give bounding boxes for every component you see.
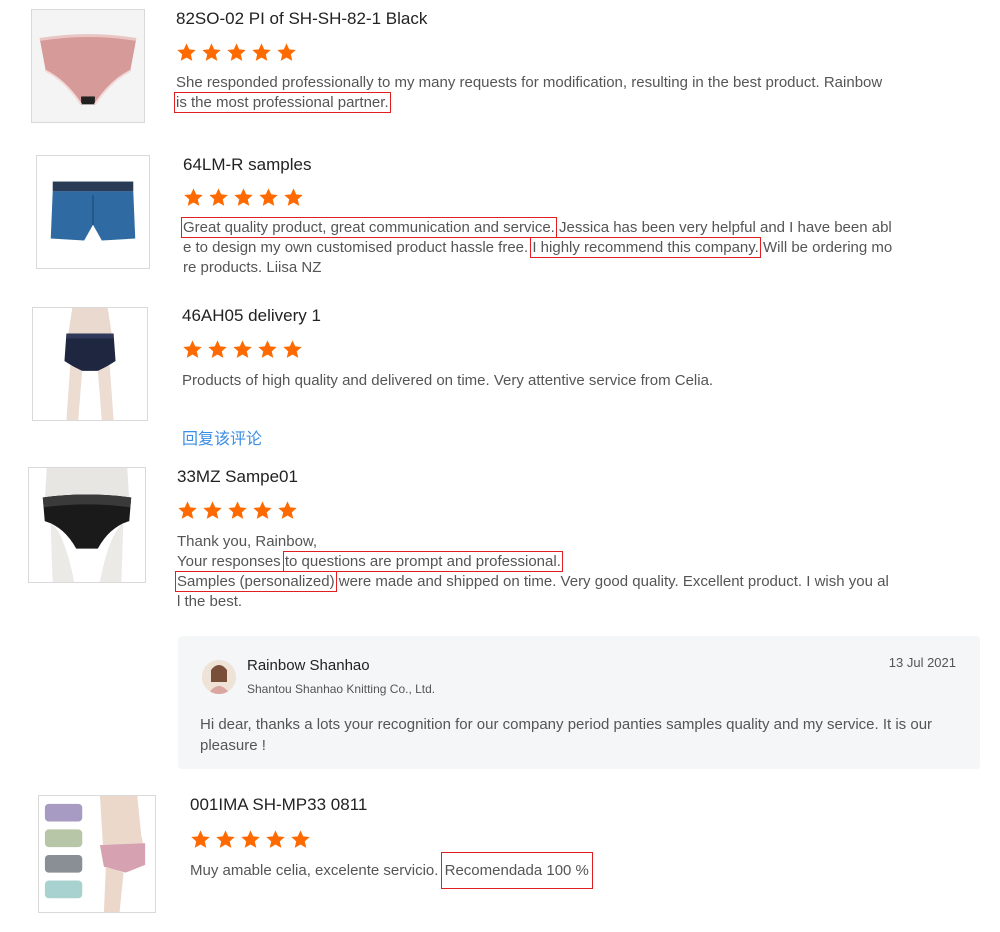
review-text: Muy amable celia, excelente servicio. Re… bbox=[190, 852, 593, 889]
review-item: 001IMA SH-MP33 0811 Muy amable celia, ex… bbox=[0, 0, 1000, 932]
star-icon bbox=[190, 829, 211, 850]
star-icon bbox=[290, 829, 311, 850]
maternity-brief-set-icon bbox=[39, 796, 155, 912]
product-thumbnail[interactable] bbox=[38, 795, 156, 913]
star-icon bbox=[240, 829, 261, 850]
star-rating bbox=[190, 829, 311, 851]
star-icon bbox=[215, 829, 236, 850]
review-title[interactable]: 001IMA SH-MP33 0811 bbox=[190, 795, 367, 815]
highlighted-phrase: Recomendada 100 % bbox=[440, 852, 593, 889]
star-icon bbox=[265, 829, 286, 850]
